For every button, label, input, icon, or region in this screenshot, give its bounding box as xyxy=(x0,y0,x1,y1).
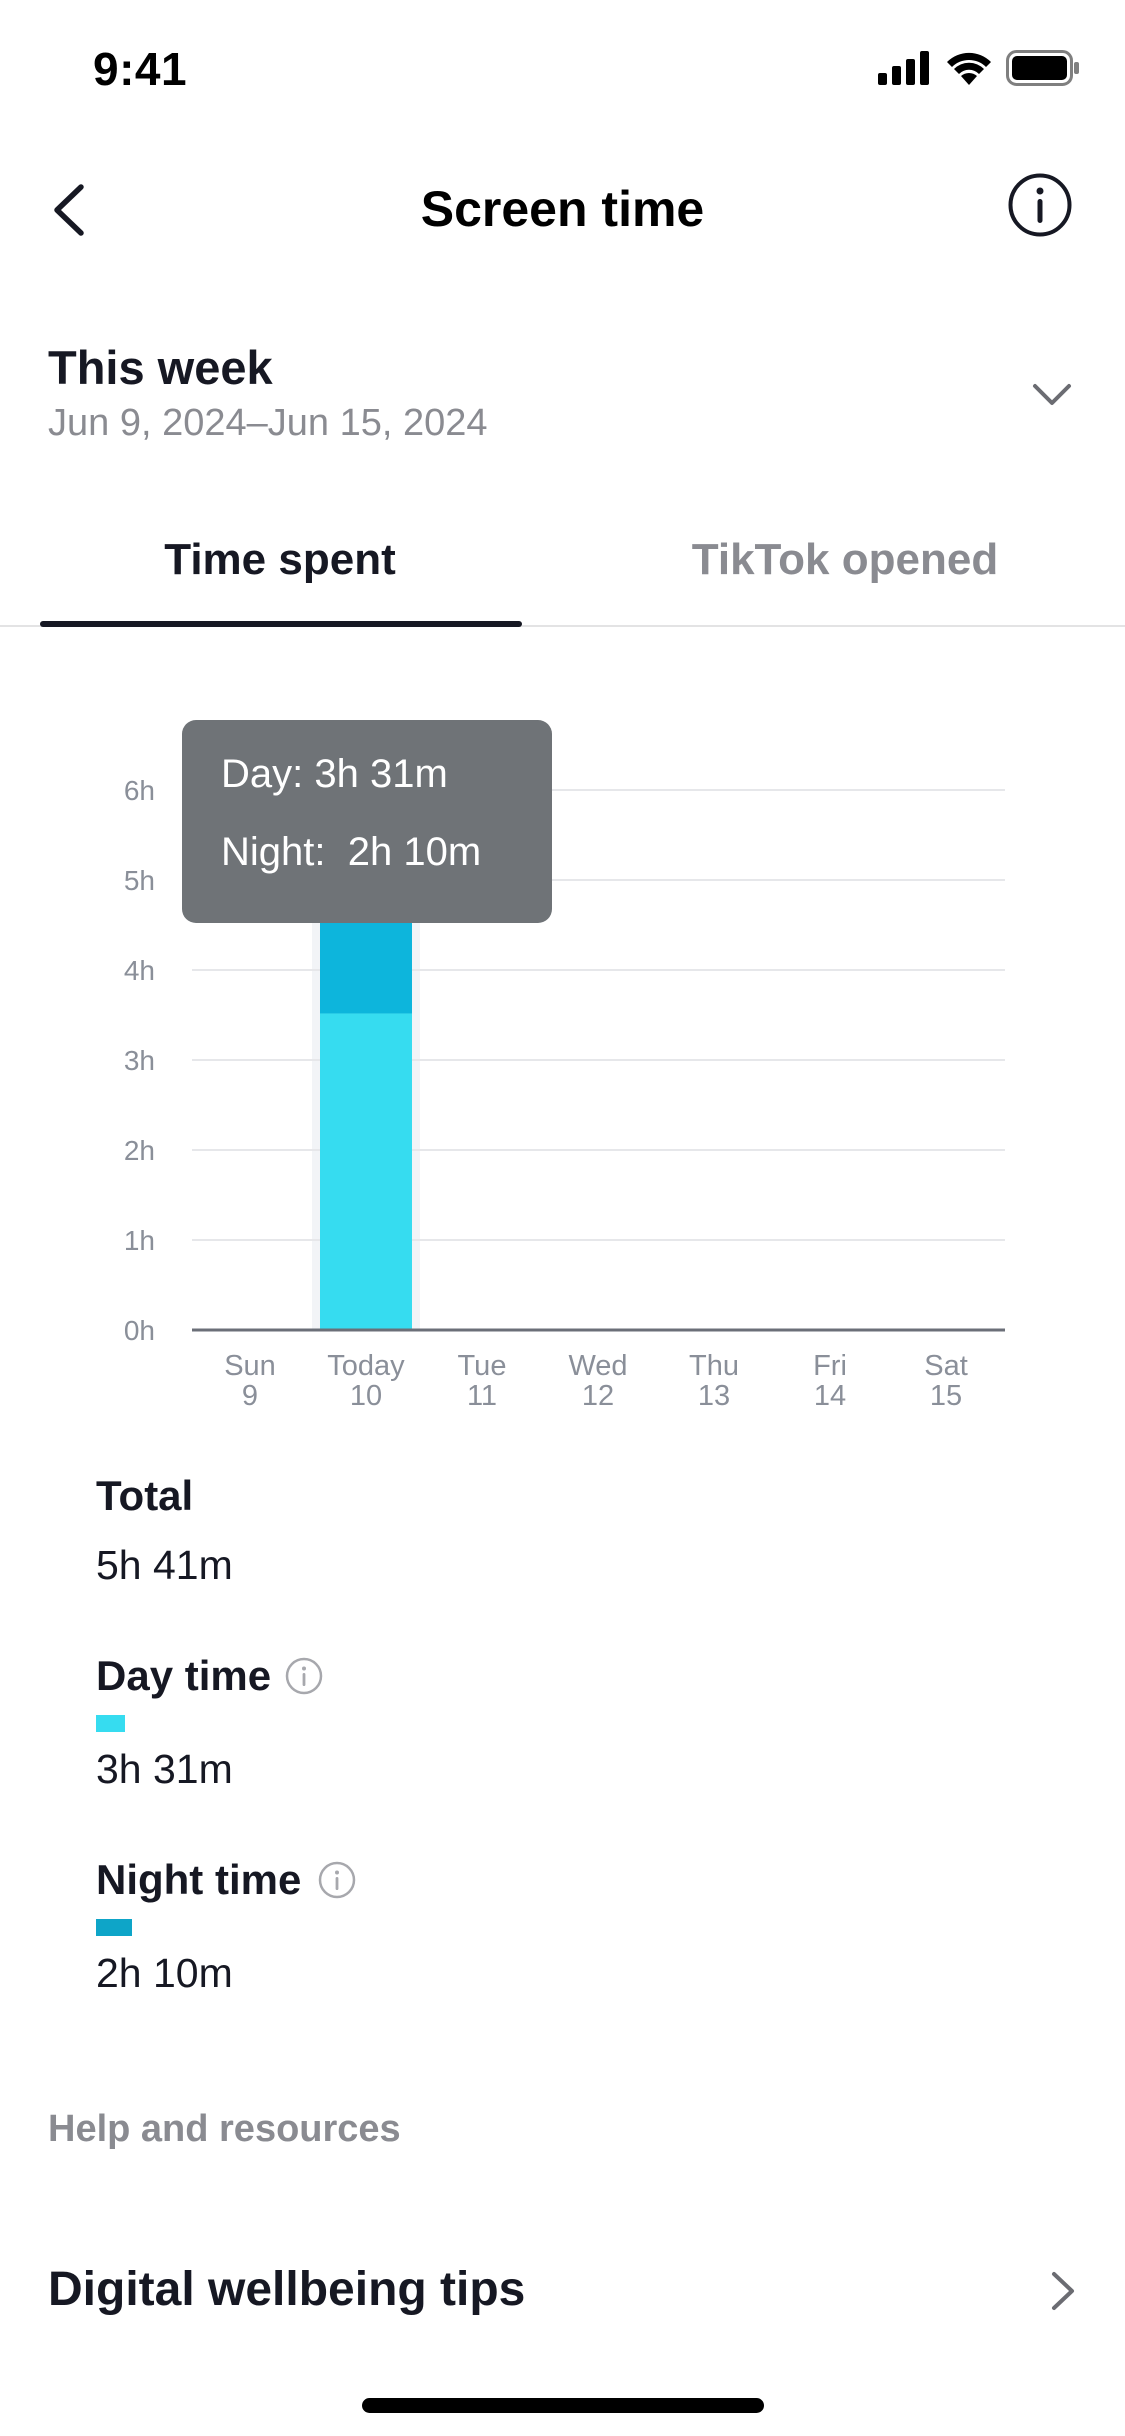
y-tick-label: 6h xyxy=(124,775,155,806)
day-time-info-icon[interactable] xyxy=(285,1657,323,1695)
screen-time-chart[interactable]: 0h 1h 2h 3h 4h 5h 6h Sun9 Today10 Tue11 Wed12 Thu13… xyxy=(0,700,1125,1430)
day-time-value: 3h 31m xyxy=(96,1746,233,1792)
tab-time-spent[interactable]: Time spent xyxy=(40,535,520,585)
total-label: Total xyxy=(96,1472,194,1519)
x-tick-date: 15 xyxy=(930,1380,962,1412)
x-tick-day: Thu xyxy=(689,1350,739,1382)
night-time-legend-swatch xyxy=(96,1919,132,1936)
page-title: Screen time xyxy=(420,181,705,237)
x-tick-date: 14 xyxy=(814,1380,846,1412)
day-time-legend-swatch xyxy=(96,1715,125,1732)
x-tick-date: 13 xyxy=(698,1380,730,1412)
status-icons xyxy=(878,48,1080,88)
tooltip-night-value: 2h 10m xyxy=(347,830,482,874)
night-time-value: 2h 10m xyxy=(96,1950,233,1996)
y-tick-label: 1h xyxy=(124,1225,155,1256)
wifi-icon xyxy=(947,52,991,85)
week-range: Jun 9, 2024–Jun 15, 2024 xyxy=(48,402,488,444)
tooltip-day-value: 3h 31m xyxy=(314,752,448,796)
x-tick-date: 10 xyxy=(350,1380,382,1412)
week-title: This week xyxy=(48,341,273,394)
x-tick-day: Today xyxy=(327,1350,405,1382)
x-tick-date: 11 xyxy=(467,1380,497,1412)
home-indicator xyxy=(362,2398,764,2413)
x-tick-day: Wed xyxy=(568,1350,627,1382)
x-tick-day: Fri xyxy=(813,1350,847,1382)
x-tick-day: Sun xyxy=(224,1350,276,1382)
day-time-label: Day time xyxy=(96,1652,272,1699)
help-resources-label: Help and resources xyxy=(48,2108,401,2150)
tooltip-night-row: Night: 2h 10m xyxy=(221,830,481,875)
tooltip-day-row: Day: 3h 31m xyxy=(221,752,448,797)
chevron-down-icon xyxy=(1033,384,1071,405)
battery-icon xyxy=(1006,50,1079,86)
x-tick-day: Tue xyxy=(458,1350,507,1382)
chevron-right-icon xyxy=(1052,2272,1074,2310)
tooltip-day-label: Day: xyxy=(221,752,304,796)
info-button[interactable] xyxy=(1005,170,1075,240)
night-time-label: Night time xyxy=(96,1856,302,1903)
night-time-info-icon[interactable] xyxy=(318,1861,356,1899)
y-tick-label: 0h xyxy=(124,1315,155,1346)
signal-icon xyxy=(878,51,929,85)
y-tick-label: 4h xyxy=(124,955,155,986)
total-value: 5h 41m xyxy=(96,1542,233,1588)
info-icon xyxy=(1008,173,1072,237)
x-tick-day: Sat xyxy=(924,1350,968,1382)
y-tick-label: 5h xyxy=(124,865,155,896)
tab-tiktok-opened[interactable]: TikTok opened xyxy=(620,535,1070,585)
x-tick-date: 9 xyxy=(242,1380,258,1412)
week-selector[interactable]: This week Jun 9, 2024–Jun 15, 2024 xyxy=(0,330,1125,460)
tab-indicator xyxy=(40,621,522,627)
y-tick-label: 2h xyxy=(124,1135,155,1166)
digital-wellbeing-tips-row[interactable]: Digital wellbeing tips xyxy=(0,2240,1125,2340)
digital-wellbeing-tips-label: Digital wellbeing tips xyxy=(48,2263,526,2316)
bar-day xyxy=(320,1013,412,1330)
chart-tooltip: Day: 3h 31m Night: 2h 10m xyxy=(182,720,552,923)
x-tick-date: 12 xyxy=(582,1380,614,1412)
tooltip-night-label: Night: xyxy=(221,830,326,874)
y-tick-label: 3h xyxy=(124,1045,155,1076)
status-time: 9:41 xyxy=(93,43,188,95)
